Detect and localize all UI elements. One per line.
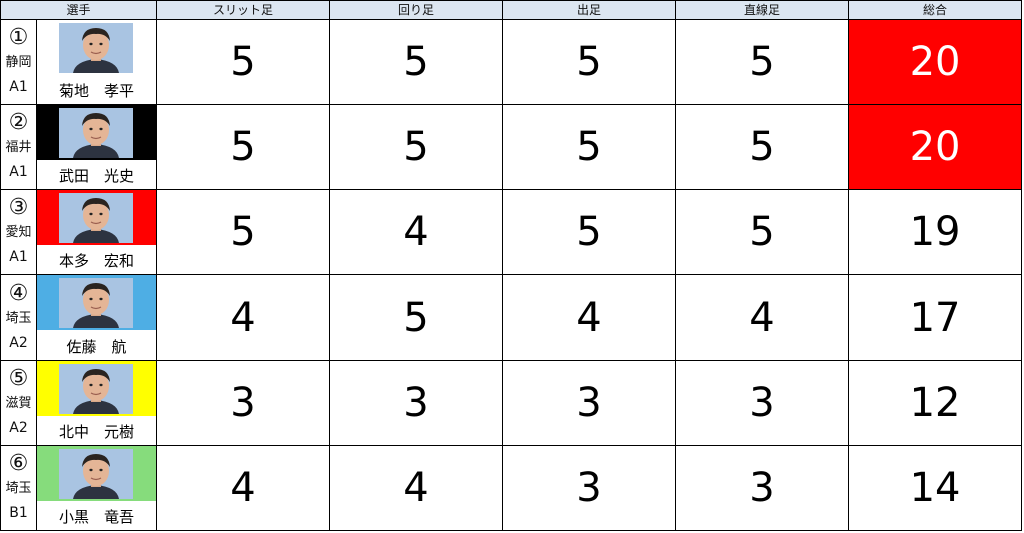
portrait-icon	[59, 363, 133, 414]
score-turning: 5	[329, 274, 504, 361]
racer-cell: 本多 宏和	[35, 189, 158, 276]
racer-name: 北中 元樹	[59, 422, 135, 441]
score-start: 5	[502, 189, 677, 276]
score-start: 5	[502, 104, 677, 191]
racer-photo	[59, 278, 133, 329]
portrait-icon	[59, 448, 133, 499]
score-turning: 4	[329, 189, 504, 276]
portrait-icon	[59, 108, 133, 159]
score-slit: 3	[156, 359, 331, 446]
prefecture: 埼玉	[5, 480, 32, 496]
score-total: 12	[848, 359, 1023, 446]
score-total: 19	[848, 189, 1023, 276]
racer-photo	[59, 448, 133, 499]
score-total: 14	[848, 444, 1023, 532]
table-row: ⑤ 滋賀 A2 北中 元樹 3 3 3 3 12	[0, 359, 1023, 446]
header-turning: 回り足	[329, 0, 504, 20]
racer-cell: 北中 元樹	[35, 359, 158, 446]
grade: A1	[9, 79, 28, 96]
header-racer: 選手	[0, 0, 158, 20]
portrait-icon	[59, 278, 133, 329]
score-slit: 4	[156, 444, 331, 532]
racer-name: 武田 光史	[59, 167, 135, 186]
score-straight: 4	[675, 274, 850, 361]
prefecture: 福井	[5, 140, 32, 156]
score-straight: 5	[675, 18, 850, 106]
table-row: ③ 愛知 A1 本多 宏和 5 4 5 5 19	[0, 189, 1023, 276]
score-turning: 5	[329, 18, 504, 106]
score-slit: 5	[156, 18, 331, 106]
score-slit: 5	[156, 104, 331, 191]
boat-number: ④	[8, 280, 29, 306]
prefecture: 滋賀	[5, 395, 32, 411]
score-start: 5	[502, 18, 677, 106]
racer-meta-cell: ① 静岡 A1	[0, 18, 37, 106]
score-straight: 5	[675, 189, 850, 276]
racer-photo	[59, 363, 133, 414]
score-start: 3	[502, 359, 677, 446]
racer-meta-cell: ④ 埼玉 A2	[0, 274, 37, 361]
score-slit: 5	[156, 189, 331, 276]
racer-name: 佐藤 航	[66, 337, 127, 356]
grade: A2	[9, 334, 28, 351]
racer-meta-cell: ⑥ 埼玉 B1	[0, 444, 37, 532]
prefecture: 埼玉	[5, 310, 32, 326]
racer-meta-cell: ③ 愛知 A1	[0, 189, 37, 276]
racer-meta-cell: ⑤ 滋賀 A2	[0, 359, 37, 446]
racer-cell: 武田 光史	[35, 104, 158, 191]
boat-number: ③	[8, 195, 29, 221]
table-row: ① 静岡 A1 菊地 孝平 5 5 5 5 20	[0, 18, 1023, 106]
portrait-icon	[59, 23, 133, 73]
grade: B1	[9, 504, 28, 521]
score-turning: 4	[329, 444, 504, 532]
table-row: ⑥ 埼玉 B1 小黒 竜吾 4 4 3 3 14	[0, 444, 1023, 532]
racer-name: 本多 宏和	[59, 252, 135, 271]
header-start: 出足	[502, 0, 677, 20]
racer-rating-table: 選手 スリット足 回り足 出足 直線足 総合 ① 静岡 A1 菊地 孝平 5 5…	[0, 0, 1023, 532]
grade: A1	[9, 249, 28, 266]
score-total: 20	[848, 104, 1023, 191]
header-slit: スリット足	[156, 0, 331, 20]
boat-number: ②	[8, 110, 29, 136]
score-slit: 4	[156, 274, 331, 361]
prefecture: 愛知	[5, 225, 32, 241]
prefecture: 静岡	[5, 55, 32, 71]
score-total: 17	[848, 274, 1023, 361]
score-total: 20	[848, 18, 1023, 106]
header-total: 総合	[848, 0, 1023, 20]
boat-number: ⑥	[8, 450, 29, 476]
boat-number: ①	[8, 25, 29, 51]
racer-meta-cell: ② 福井 A1	[0, 104, 37, 191]
grade: A2	[9, 419, 28, 436]
score-turning: 3	[329, 359, 504, 446]
header-straight: 直線足	[675, 0, 850, 20]
score-straight: 3	[675, 359, 850, 446]
header-row: 選手 スリット足 回り足 出足 直線足 総合	[0, 0, 1023, 20]
score-start: 4	[502, 274, 677, 361]
score-straight: 3	[675, 444, 850, 532]
grade: A1	[9, 164, 28, 181]
racer-photo	[59, 23, 133, 73]
portrait-icon	[59, 193, 133, 244]
racer-cell: 小黒 竜吾	[35, 444, 158, 532]
table-row: ④ 埼玉 A2 佐藤 航 4 5 4 4 17	[0, 274, 1023, 361]
racer-name: 小黒 竜吾	[59, 508, 135, 526]
racer-cell: 佐藤 航	[35, 274, 158, 361]
racer-cell: 菊地 孝平	[35, 18, 158, 106]
boat-number: ⑤	[8, 365, 29, 391]
table-row: ② 福井 A1 武田 光史 5 5 5 5 20	[0, 104, 1023, 191]
racer-photo	[59, 193, 133, 244]
score-start: 3	[502, 444, 677, 532]
racer-name: 菊地 孝平	[59, 82, 135, 101]
score-straight: 5	[675, 104, 850, 191]
racer-photo	[59, 108, 133, 159]
score-turning: 5	[329, 104, 504, 191]
